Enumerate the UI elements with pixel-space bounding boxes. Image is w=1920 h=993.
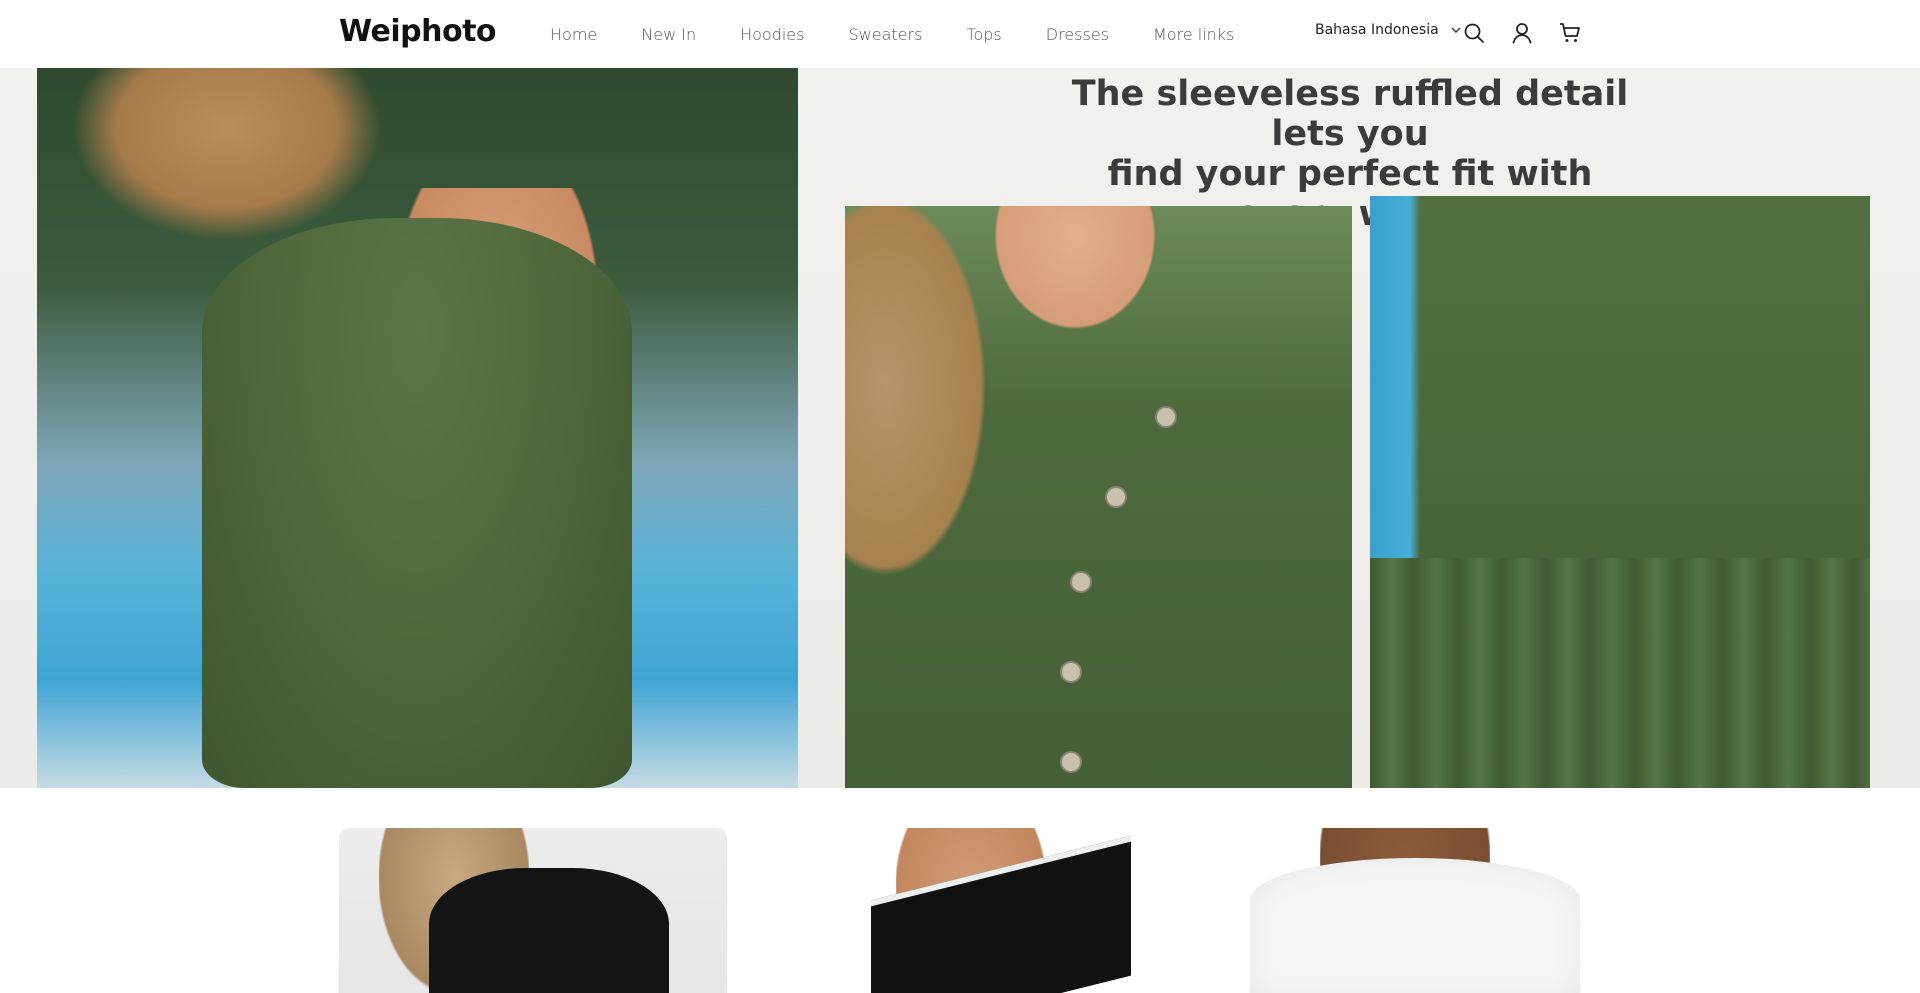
language-selector[interactable]: Bahasa Indonesia: [1315, 22, 1463, 38]
account-icon[interactable]: [1510, 21, 1534, 45]
nav-hoodies[interactable]: Hoodies: [740, 25, 804, 44]
language-label: Bahasa Indonesia: [1315, 22, 1439, 38]
site-logo[interactable]: Weiphoto: [339, 14, 497, 49]
nav-home[interactable]: Home: [550, 25, 597, 44]
dress-button: [1070, 571, 1092, 593]
cart-icon[interactable]: [1558, 21, 1582, 45]
dress-button: [1060, 751, 1082, 773]
dress-button: [1105, 486, 1127, 508]
nav-sweaters[interactable]: Sweaters: [848, 25, 922, 44]
product-grid: [0, 828, 1920, 993]
chevron-down-icon: [1451, 27, 1461, 33]
site-header: Weiphoto Home New In Hoodies Sweaters To…: [0, 0, 1920, 68]
dress-button: [1155, 406, 1177, 428]
product-image: [429, 868, 669, 993]
nav-new-in[interactable]: New In: [641, 25, 696, 44]
product-card[interactable]: [1230, 828, 1618, 993]
hero-image-model-poolside: [37, 68, 798, 788]
nav-dresses[interactable]: Dresses: [1046, 25, 1109, 44]
search-icon[interactable]: [1462, 21, 1486, 45]
dress-button: [1060, 661, 1082, 683]
nav-tops[interactable]: Tops: [966, 25, 1001, 44]
product-card[interactable]: [846, 828, 1234, 993]
main-nav: Home New In Hoodies Sweaters Tops Dresse…: [550, 0, 1278, 68]
nav-more-links[interactable]: More links: [1153, 25, 1234, 44]
green-dress: [202, 218, 632, 788]
hero-image-dress-closeup: [845, 206, 1352, 788]
hero-banner[interactable]: The sleeveless ruffled detail lets you f…: [0, 68, 1920, 788]
ruffle-hem: [1370, 558, 1870, 788]
product-image: [1250, 858, 1580, 993]
product-card[interactable]: [339, 828, 727, 993]
hero-image-ruffle-hem: [1370, 196, 1870, 788]
hero-tagline-line1: The sleeveless ruffled detail lets you: [1071, 74, 1629, 154]
